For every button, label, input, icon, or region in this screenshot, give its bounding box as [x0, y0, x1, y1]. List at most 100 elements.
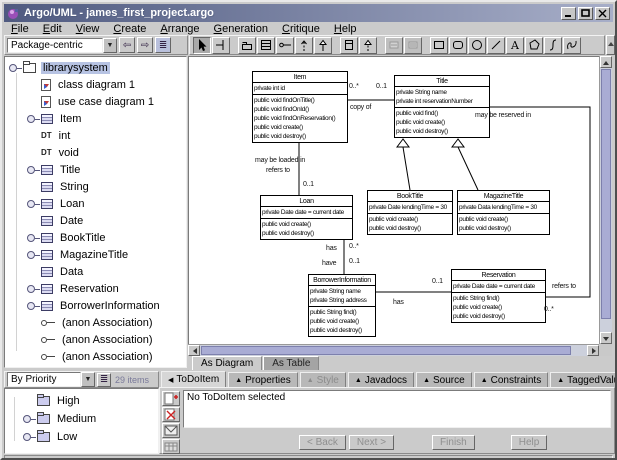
edge-label[interactable]: 0..*: [544, 306, 554, 313]
edge-label[interactable]: has: [326, 245, 337, 252]
maximize-button[interactable]: [578, 7, 593, 20]
generalization-tool[interactable]: [314, 37, 332, 54]
tree-item-string[interactable]: String: [5, 178, 186, 195]
edge-label[interactable]: 0..1: [376, 83, 387, 90]
tree-item-date[interactable]: Date: [5, 212, 186, 229]
edge-label[interactable]: 0..*: [349, 243, 359, 250]
tree-item-item[interactable]: Item: [5, 110, 186, 127]
tree-item-anon-association[interactable]: (anon Association): [5, 348, 186, 365]
line-tool[interactable]: [487, 37, 505, 54]
tree-item-borrowerinformation[interactable]: BorrowerInformation: [5, 297, 186, 314]
edge-label[interactable]: 0..1: [349, 258, 360, 265]
edge-label[interactable]: copy of: [350, 104, 371, 111]
ink-tool[interactable]: [563, 37, 581, 54]
todo-flatten-button[interactable]: ≣: [97, 373, 111, 387]
tab-as-diagram[interactable]: As Diagram: [192, 356, 262, 370]
tree-item-librarysystem[interactable]: librarysystem: [5, 59, 186, 76]
diagram-vertical-scrollbar[interactable]: [599, 56, 612, 344]
edge-label[interactable]: 0..1: [432, 278, 443, 285]
edge-label[interactable]: refers to: [266, 167, 290, 174]
tree-expander-icon[interactable]: [27, 285, 35, 293]
tree-item-int[interactable]: DTint: [5, 127, 186, 144]
tree-expander-icon[interactable]: [27, 200, 35, 208]
tab-constraints[interactable]: ▲Constraints: [474, 372, 549, 387]
tree-item-booktitle[interactable]: BookTitle: [5, 229, 186, 246]
edge-label[interactable]: 0..1: [303, 181, 314, 188]
uml-class-reservation[interactable]: Reservationprivate Date date = current d…: [451, 269, 546, 323]
tree-item-anon-association[interactable]: (anon Association): [5, 314, 186, 331]
tab-properties[interactable]: ▲Properties: [228, 372, 298, 387]
diagram-horizontal-scrollbar[interactable]: [188, 344, 599, 356]
resolve-todo-icon[interactable]: [162, 407, 180, 422]
tree-item-reservation[interactable]: Reservation: [5, 280, 186, 297]
uml-class-borrowerinformation[interactable]: BorrowerInformationprivate String namepr…: [308, 274, 376, 337]
horizontal-scroll-thumb[interactable]: [201, 346, 571, 355]
generalization-booktitle[interactable]: [403, 147, 410, 190]
tree-expander-icon[interactable]: [27, 234, 35, 242]
todo-perspective-combobox[interactable]: By Priority ▼: [7, 372, 95, 387]
tree-expander-icon[interactable]: [9, 64, 17, 72]
menu-edit[interactable]: Edit: [36, 23, 69, 35]
tree-item-anon-association[interactable]: (anon Association): [5, 365, 186, 368]
tree-item-low[interactable]: Low: [5, 428, 158, 446]
text-tool[interactable]: A: [506, 37, 524, 54]
edge-label[interactable]: 0..*: [349, 83, 359, 90]
tree-item-magazinetitle[interactable]: MagazineTitle: [5, 246, 186, 263]
menu-file[interactable]: File: [4, 23, 36, 35]
circle-tool[interactable]: [468, 37, 486, 54]
tree-expander-icon[interactable]: [23, 415, 31, 423]
perspective-back-button[interactable]: ⇦: [119, 37, 135, 53]
scroll-down-button[interactable]: [600, 332, 612, 344]
interface-tool[interactable]: [340, 37, 358, 54]
generalization-magazinetitle[interactable]: [458, 147, 478, 190]
tree-item-class-diagram-1[interactable]: class diagram 1: [5, 76, 186, 93]
tree-item-medium[interactable]: Medium: [5, 410, 158, 428]
menu-arrange[interactable]: Arrange: [153, 23, 206, 35]
association-tool[interactable]: [276, 37, 294, 54]
perspective-combobox[interactable]: Package-centric ▼: [7, 38, 117, 53]
menu-generation[interactable]: Generation: [207, 23, 275, 35]
minimize-button[interactable]: [561, 7, 576, 20]
tree-item-data[interactable]: Data: [5, 263, 186, 280]
uml-class-item[interactable]: Itemprivate int idpublic void findOnTitl…: [252, 71, 348, 143]
edge-label[interactable]: may be reserved in: [475, 112, 531, 119]
select-tool[interactable]: [193, 37, 211, 54]
polygon-tool[interactable]: [525, 37, 543, 54]
vertical-scroll-thumb[interactable]: [601, 69, 611, 319]
rectangle-tool[interactable]: [430, 37, 448, 54]
tree-item-anon-association[interactable]: (anon Association): [5, 331, 186, 348]
tab-javadocs[interactable]: ▲Javadocs: [348, 372, 414, 387]
tab-taggedvalues[interactable]: ▲TaggedValues: [550, 372, 617, 387]
tree-expander-icon[interactable]: [23, 433, 31, 441]
tree-item-title[interactable]: Title: [5, 161, 186, 178]
menu-help[interactable]: Help: [327, 23, 364, 35]
configure-perspectives-button[interactable]: ≣: [155, 37, 171, 53]
tree-expander-icon[interactable]: [27, 302, 35, 310]
tree-expander-icon[interactable]: [27, 166, 35, 174]
dependency-tool[interactable]: [295, 37, 313, 54]
scroll-right-button[interactable]: [587, 345, 599, 356]
edge-label[interactable]: have: [322, 260, 336, 267]
combo-dropdown-icon[interactable]: ▼: [81, 372, 95, 387]
broken-edge-tool[interactable]: [212, 37, 230, 54]
tab-source[interactable]: ▲Source: [416, 372, 472, 387]
uml-class-booktitle[interactable]: BookTitleprivate Date lendingTime = 30pu…: [367, 190, 453, 235]
uml-class-loan[interactable]: Loanprivate Date date = current datepubl…: [260, 195, 353, 240]
tab-as-table[interactable]: As Table: [263, 356, 319, 370]
tree-item-loan[interactable]: Loan: [5, 195, 186, 212]
tree-item-use-case-diagram-1[interactable]: use case diagram 1: [5, 93, 186, 110]
tree-expander-icon[interactable]: [27, 115, 35, 123]
tree-item-void[interactable]: DTvoid: [5, 144, 186, 161]
scroll-left-button[interactable]: [188, 345, 200, 356]
edge-label[interactable]: has: [393, 299, 404, 306]
edge-label[interactable]: refers to: [552, 283, 576, 290]
tree-item-high[interactable]: High: [5, 392, 158, 410]
spline-tool[interactable]: [544, 37, 562, 54]
menu-critique[interactable]: Critique: [275, 23, 327, 35]
diagram-canvas[interactable]: Itemprivate int idpublic void findOnTitl…: [188, 56, 599, 344]
scroll-up-button[interactable]: [600, 56, 612, 68]
package-tool[interactable]: [238, 37, 256, 54]
close-button[interactable]: [595, 7, 610, 20]
rounded-rectangle-tool[interactable]: [449, 37, 467, 54]
new-todo-icon[interactable]: [162, 391, 180, 406]
